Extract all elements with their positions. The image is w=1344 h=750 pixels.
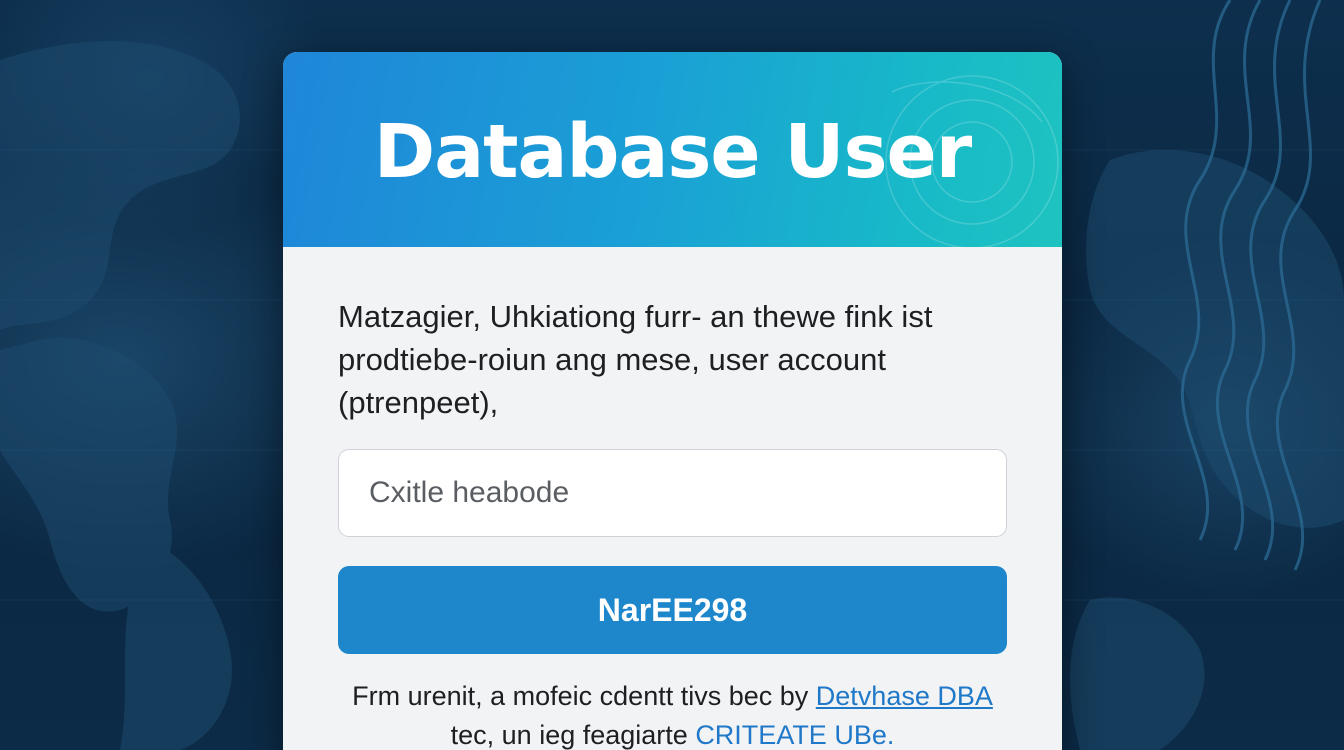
submit-button[interactable]: NarEE298 — [338, 566, 1007, 654]
card-body: Matzagier, Uhkiationg furr- an thewe fin… — [283, 247, 1062, 750]
page-title: Database User — [373, 108, 972, 195]
footer-line-1: Frm urenit, a mofeic cdentt tivs bec by … — [338, 677, 1007, 716]
footer-line-2: tec, un ieg feagiarte CRITEATE UBe. — [338, 716, 1007, 750]
database-dba-link[interactable]: Detvhase DBA — [816, 681, 993, 711]
database-user-card: Database User Matzagier, Uhkiationg furr… — [283, 52, 1062, 750]
footer-line-2-text: tec, un ieg feagiarte — [450, 720, 696, 750]
create-user-link[interactable]: CRITEATE UBe. — [695, 720, 894, 750]
username-input[interactable] — [338, 449, 1007, 537]
description-text: Matzagier, Uhkiationg furr- an thewe fin… — [338, 299, 933, 420]
card-header: Database User — [283, 52, 1062, 247]
footer-line-1-text: Frm urenit, a mofeic cdentt tivs bec by — [352, 681, 816, 711]
footer-note: Frm urenit, a mofeic cdentt tivs bec by … — [338, 677, 1007, 750]
